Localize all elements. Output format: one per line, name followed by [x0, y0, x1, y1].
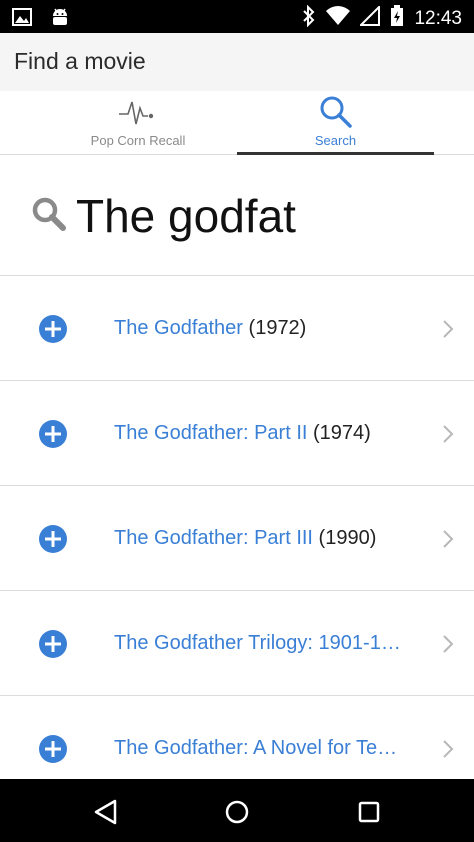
battery-icon — [390, 5, 404, 32]
tab-label: Pop Corn Recall — [90, 133, 186, 148]
android-icon — [50, 6, 70, 33]
result-text: The Godfather: A Novel for Te… — [114, 737, 409, 760]
add-circle-icon[interactable] — [38, 524, 68, 559]
add-circle-icon[interactable] — [38, 419, 68, 454]
list-item[interactable]: The Godfather Trilogy: 1901-1… — [0, 591, 474, 696]
result-year: (1972) — [248, 317, 307, 339]
result-title: The Godfather Trilogy: 1901-1… — [114, 632, 401, 654]
back-icon[interactable] — [91, 797, 121, 827]
search-input[interactable] — [76, 190, 456, 242]
search-icon — [31, 196, 67, 237]
result-year: (1974) — [313, 422, 371, 444]
result-text: The Godfather: Part II (1974) — [114, 422, 409, 445]
chevron-right-icon — [442, 739, 454, 764]
list-item[interactable]: The Godfather (1972) — [0, 276, 474, 381]
tab-indicator — [237, 152, 434, 155]
result-title: The Godfather: Part III — [114, 527, 313, 549]
pulse-icon — [118, 94, 158, 133]
result-title: The Godfather: A Novel for Te… — [114, 737, 398, 759]
list-item[interactable]: The Godfather: Part III (1990) — [0, 486, 474, 591]
add-circle-icon[interactable] — [38, 314, 68, 349]
search-icon — [318, 94, 354, 135]
result-year: (1990) — [318, 527, 377, 549]
recent-apps-icon[interactable] — [354, 797, 384, 827]
chevron-right-icon — [442, 319, 454, 344]
result-text: The Godfather (1972) — [114, 317, 409, 340]
result-title: The Godfather — [114, 317, 243, 339]
app-header: Find a movie — [0, 33, 474, 91]
page-title: Find a movie — [14, 48, 146, 74]
chevron-right-icon — [442, 634, 454, 659]
chevron-right-icon — [442, 529, 454, 554]
results-list: The Godfather (1972) The Godfather: Part… — [0, 276, 474, 801]
tab-label: Search — [314, 133, 357, 148]
status-time: 12:43 — [414, 7, 462, 29]
signal-icon — [359, 4, 381, 31]
tab-bar: Pop Corn Recall Search — [0, 91, 474, 155]
search-bar — [0, 156, 474, 276]
add-circle-icon[interactable] — [38, 629, 68, 664]
result-text: The Godfather Trilogy: 1901-1… — [114, 632, 409, 655]
image-icon — [12, 8, 32, 31]
tab-pop-corn-recall[interactable]: Pop Corn Recall — [38, 91, 238, 155]
bluetooth-icon — [302, 4, 316, 32]
add-circle-icon[interactable] — [38, 734, 68, 769]
wifi-icon — [326, 6, 351, 31]
list-item[interactable]: The Godfather: Part II (1974) — [0, 381, 474, 486]
tab-search[interactable]: Search — [237, 91, 434, 155]
home-icon[interactable] — [222, 797, 252, 827]
result-title: The Godfather: Part II — [114, 422, 308, 444]
status-bar: 12:43 — [0, 0, 474, 33]
result-text: The Godfather: Part III (1990) — [114, 527, 409, 550]
chevron-right-icon — [442, 424, 454, 449]
system-nav-bar — [0, 779, 474, 842]
